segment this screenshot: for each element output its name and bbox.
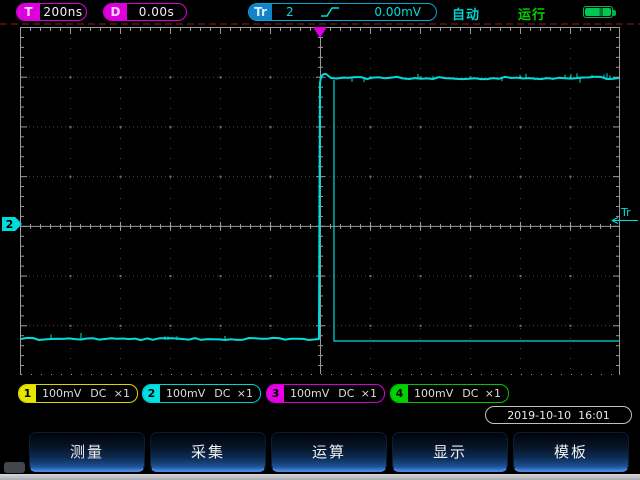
channel-3-info[interactable]: 3 100mV DC ×1 xyxy=(266,384,385,403)
channel-4-badge: 4 xyxy=(391,385,408,402)
channel-1-probe: ×1 xyxy=(114,385,130,402)
timebase-readout: T 200ns xyxy=(16,3,87,21)
channel-4-probe: ×1 xyxy=(485,385,501,402)
menu-button-mask[interactable]: 模板 xyxy=(513,432,629,472)
channel-3-probe: ×1 xyxy=(361,385,377,402)
channel-3-scale: 100mV xyxy=(290,385,329,402)
waveform-display xyxy=(20,27,620,375)
channel-2-badge: 2 xyxy=(143,385,160,402)
menu-button-display[interactable]: 显示 xyxy=(392,432,508,472)
battery-full-icon xyxy=(583,6,613,18)
trigger-body: 2 0.00mV xyxy=(272,4,436,20)
delay-value: 0.00s xyxy=(127,4,186,20)
channel-1-badge: 1 xyxy=(19,385,36,402)
oscilloscope-screen: T 200ns D 0.00s Tr 2 0.00mV 自动 运行 2 Tr xyxy=(0,0,640,480)
run-status: 运行 xyxy=(518,4,546,23)
rising-edge-icon xyxy=(320,6,340,18)
trigger-source: 2 xyxy=(286,5,294,19)
trigger-position-marker-icon xyxy=(313,27,327,38)
trigger-level-value: 0.00mV xyxy=(374,5,421,19)
trigger-readout: Tr 2 0.00mV xyxy=(248,3,437,21)
timebase-label: T xyxy=(17,4,40,20)
trigger-level-marker-text: Tr xyxy=(620,206,631,219)
trigger-label: Tr xyxy=(249,4,272,20)
bottom-strip xyxy=(0,474,640,480)
channel-1-info[interactable]: 1 100mV DC ×1 xyxy=(18,384,138,403)
channel-3-coupling: DC xyxy=(338,385,354,402)
channel-3-badge: 3 xyxy=(267,385,284,402)
channel-4-info[interactable]: 4 100mV DC ×1 xyxy=(390,384,509,403)
channel-1-scale: 100mV xyxy=(42,385,81,402)
delay-label: D xyxy=(104,4,127,20)
header-separator xyxy=(0,23,640,25)
trigger-mode-status: 自动 xyxy=(452,4,480,23)
delay-readout: D 0.00s xyxy=(103,3,187,21)
datetime-display: 2019-10-10 16:01 xyxy=(485,406,632,424)
channel-1-coupling: DC xyxy=(90,385,106,402)
menu-button-acquire[interactable]: 采集 xyxy=(150,432,266,472)
channel-2-scale: 100mV xyxy=(166,385,205,402)
menu-button-math[interactable]: 运算 xyxy=(271,432,387,472)
channel-2-ground-marker: 2 xyxy=(2,217,22,231)
timebase-value: 200ns xyxy=(40,4,86,20)
channel-2-probe: ×1 xyxy=(237,385,253,402)
channel-4-scale: 100mV xyxy=(414,385,453,402)
channel-2-coupling: DC xyxy=(214,385,230,402)
softkey-menu: 测量 采集 运算 显示 模板 xyxy=(0,432,640,474)
graticule-and-traces xyxy=(20,27,620,375)
menu-handle[interactable] xyxy=(4,462,25,473)
menu-button-measure[interactable]: 测量 xyxy=(29,432,145,472)
channel-4-coupling: DC xyxy=(462,385,478,402)
channel-2-info[interactable]: 2 100mV DC ×1 xyxy=(142,384,261,403)
trigger-level-marker: Tr xyxy=(609,204,640,231)
